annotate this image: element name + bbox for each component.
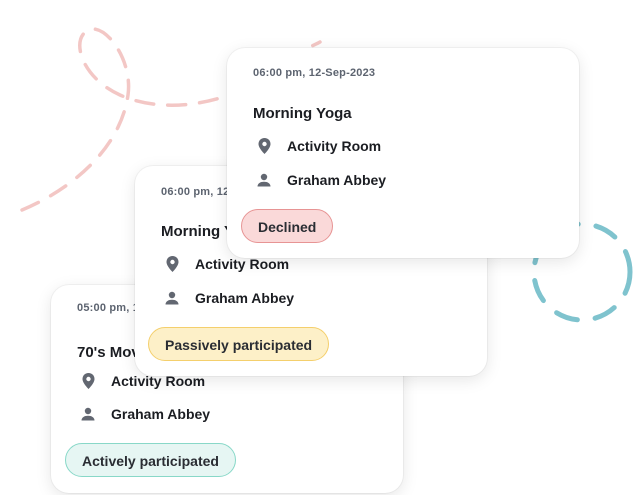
card-host: Graham Abbey bbox=[111, 406, 211, 422]
card-location: Activity Room bbox=[287, 138, 382, 154]
status-badge-declined: Declined bbox=[241, 209, 334, 243]
activity-card-yoga-declined[interactable]: 06:00 pm, 12-Sep-2023 Morning Yoga Activ… bbox=[227, 48, 579, 258]
person-icon bbox=[80, 406, 96, 422]
status-badge-passive: Passively participated bbox=[148, 327, 330, 361]
status-badge-active: Actively participated bbox=[65, 443, 236, 477]
card-time: 06:00 pm, 12-Sep-2023 bbox=[253, 67, 376, 79]
card-host-row: Graham Abbey bbox=[80, 406, 210, 422]
location-pin-icon bbox=[256, 138, 272, 154]
card-host: Graham Abbey bbox=[195, 290, 295, 306]
card-host: Graham Abbey bbox=[287, 172, 387, 188]
person-icon bbox=[164, 290, 180, 306]
card-location-row: Activity Room bbox=[164, 256, 289, 272]
card-title: Morning Yoga bbox=[253, 105, 352, 122]
location-pin-icon bbox=[164, 256, 180, 272]
location-pin-icon bbox=[80, 373, 96, 389]
card-location: Activity Room bbox=[195, 256, 290, 272]
card-host-row: Graham Abbey bbox=[256, 172, 386, 188]
person-icon bbox=[256, 172, 272, 188]
card-location-row: Activity Room bbox=[256, 138, 381, 154]
card-host-row: Graham Abbey bbox=[164, 290, 294, 306]
